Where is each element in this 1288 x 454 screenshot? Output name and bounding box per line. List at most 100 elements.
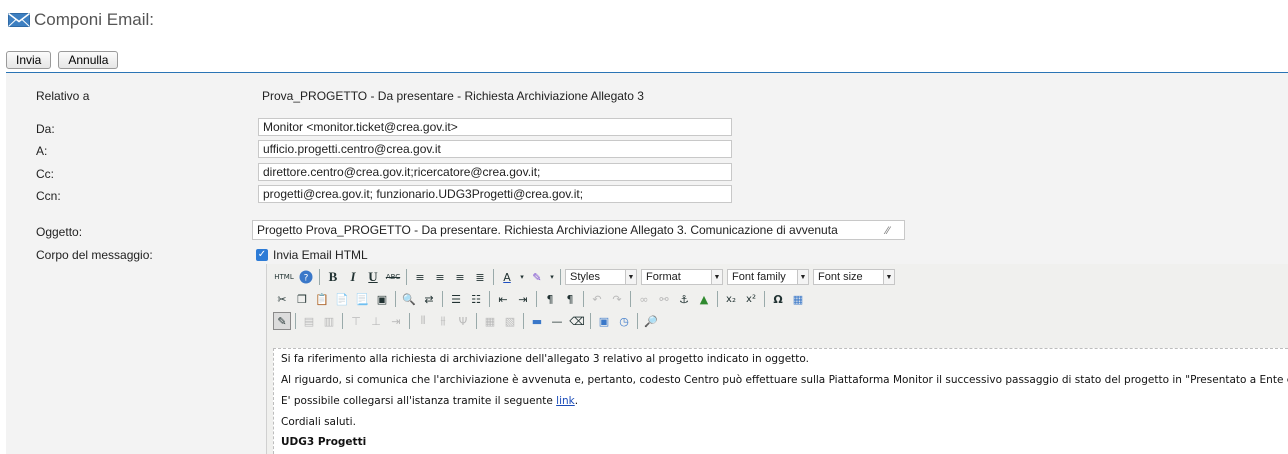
toolbar-separator	[583, 291, 584, 307]
merge-cells-icon[interactable]: ▦	[481, 312, 499, 330]
align-justify-icon[interactable]: ≣	[471, 268, 489, 286]
format-select[interactable]: Format ▼	[641, 269, 723, 285]
toolbar-separator	[342, 313, 343, 329]
text-color-icon[interactable]: A	[498, 268, 516, 286]
editor-content[interactable]: Si fa riferimento alla richiesta di arch…	[273, 348, 1288, 454]
paste-text-icon[interactable]: 📄	[333, 290, 351, 308]
bcc-field[interactable]: progetti@crea.gov.it; funzionario.UDG3Pr…	[258, 185, 732, 203]
ltr-icon[interactable]: ¶	[541, 290, 559, 308]
body-paragraph: E' possibile collegarsi all'istanza tram…	[281, 395, 578, 407]
link-icon[interactable]: ∞	[635, 290, 653, 308]
toolbar-separator	[630, 291, 631, 307]
anchor-icon[interactable]: ⚓	[675, 290, 693, 308]
clean-format-icon[interactable]: ⌫	[568, 312, 586, 330]
unlink-icon[interactable]: ⚯	[655, 290, 673, 308]
toolbar-separator	[295, 313, 296, 329]
html-checkbox-row[interactable]: ✓ Invia Email HTML	[256, 248, 368, 262]
insert-row-before-icon[interactable]: ⊤	[347, 312, 365, 330]
align-right-icon[interactable]: ≡	[451, 268, 469, 286]
toolbar-separator	[319, 269, 320, 285]
body-paragraph: Al riguardo, si comunica che l'archiviaz…	[281, 374, 1288, 386]
paste-word-icon[interactable]: 📃	[353, 290, 371, 308]
chevron-down-icon: ▼	[625, 270, 636, 284]
redo-icon[interactable]: ↷	[608, 290, 626, 308]
italic-button[interactable]: I	[344, 268, 362, 286]
related-value: Prova_PROGETTO - Da presentare - Richies…	[262, 89, 644, 103]
instance-link[interactable]: link	[556, 395, 575, 407]
font-size-select[interactable]: Font size ▼	[813, 269, 895, 285]
select-all-icon[interactable]: ▣	[373, 290, 391, 308]
subject-label: Oggetto:	[36, 225, 83, 239]
toolbar-separator	[406, 269, 407, 285]
underline-button[interactable]: U	[364, 268, 382, 286]
toolbar-row-1: HTML ? B I U ABC ≡ ≡ ≡ ≣ A ▾ ✎ ▾ Styles ▼…	[273, 267, 897, 287]
delete-row-icon[interactable]: ⇥	[387, 312, 405, 330]
body-link-suffix: .	[574, 395, 579, 407]
table-icon[interactable]: ▦	[789, 290, 807, 308]
text-color-dropdown-icon[interactable]: ▾	[518, 268, 526, 286]
replace-icon[interactable]: ⇄	[420, 290, 438, 308]
cut-icon[interactable]: ✂	[273, 290, 291, 308]
indent-icon[interactable]: ⇥	[514, 290, 532, 308]
from-field[interactable]: Monitor <monitor.ticket@crea.gov.it>	[258, 118, 732, 136]
html-source-button[interactable]: HTML	[273, 268, 295, 286]
cancel-button[interactable]: Annulla	[58, 51, 119, 69]
insert-row-after-icon[interactable]: ⊥	[367, 312, 385, 330]
visual-aid-icon[interactable]: ✎	[273, 312, 291, 330]
subject-text: Progetto Prova_PROGETTO - Da presentare.…	[257, 223, 838, 237]
strikethrough-button[interactable]: ABC	[384, 268, 402, 286]
toolbar-separator	[489, 291, 490, 307]
envelope-icon	[8, 12, 30, 27]
image-icon[interactable]: ▲	[695, 290, 713, 308]
page-header: Componi Email:	[8, 8, 154, 32]
body-paragraph: Si fa riferimento alla richiesta di arch…	[281, 353, 809, 365]
rtl-icon[interactable]: ¶	[561, 290, 579, 308]
cell-props-icon[interactable]: ▥	[320, 312, 338, 330]
help-icon[interactable]: ?	[297, 268, 315, 286]
chevron-down-icon: ▼	[883, 270, 894, 284]
toolbar-separator	[560, 269, 561, 285]
delete-col-icon[interactable]: ⫵	[434, 312, 452, 330]
toolbar-separator	[523, 313, 524, 329]
preview-icon[interactable]: 🔎	[642, 312, 660, 330]
undo-icon[interactable]: ↶	[588, 290, 606, 308]
align-left-icon[interactable]: ≡	[411, 268, 429, 286]
html-checkbox[interactable]: ✓	[256, 249, 268, 261]
row-props-icon[interactable]: ▤	[300, 312, 318, 330]
highlight-dropdown-icon[interactable]: ▾	[548, 268, 556, 286]
find-icon[interactable]: 🔍	[400, 290, 418, 308]
insert-time-icon[interactable]: ◷	[615, 312, 633, 330]
styles-select[interactable]: Styles ▼	[565, 269, 637, 285]
font-family-select[interactable]: Font family ▼	[727, 269, 809, 285]
resize-grip-icon[interactable]: ⁄⁄	[886, 225, 898, 237]
copy-icon[interactable]: ❐	[293, 290, 311, 308]
toolbar-separator	[476, 313, 477, 329]
send-button[interactable]: Invia	[6, 51, 52, 69]
rule-icon[interactable]: —	[548, 312, 566, 330]
align-center-icon[interactable]: ≡	[431, 268, 449, 286]
numbered-list-icon[interactable]: ☷	[467, 290, 485, 308]
bold-button[interactable]: B	[324, 268, 342, 286]
split-cells-icon[interactable]: Ψ	[454, 312, 472, 330]
paste-icon[interactable]: 📋	[313, 290, 331, 308]
horizontal-rule-icon[interactable]: ▬	[528, 312, 546, 330]
outdent-icon[interactable]: ⇤	[494, 290, 512, 308]
toolbar-separator	[536, 291, 537, 307]
from-label: Da:	[36, 122, 55, 136]
bullet-list-icon[interactable]: ☰	[447, 290, 465, 308]
to-field[interactable]: ufficio.progetti.centro@crea.gov.it	[258, 140, 732, 158]
insert-col-icon[interactable]: ⫴	[414, 312, 432, 330]
toolbar-separator	[409, 313, 410, 329]
cc-field[interactable]: direttore.centro@crea.gov.it;ricercatore…	[258, 163, 732, 181]
page-title: Componi Email:	[34, 10, 154, 29]
insert-date-icon[interactable]: ▣	[595, 312, 613, 330]
table-delete-icon[interactable]: ▧	[501, 312, 519, 330]
toolbar-separator	[395, 291, 396, 307]
superscript-button[interactable]: x²	[742, 290, 760, 308]
subject-field[interactable]: Progetto Prova_PROGETTO - Da presentare.…	[252, 220, 905, 240]
special-char-button[interactable]: Ω	[769, 290, 787, 308]
body-label: Corpo del messaggio:	[36, 248, 153, 262]
subscript-button[interactable]: x₂	[722, 290, 740, 308]
toolbar-separator	[764, 291, 765, 307]
highlight-color-icon[interactable]: ✎	[528, 268, 546, 286]
